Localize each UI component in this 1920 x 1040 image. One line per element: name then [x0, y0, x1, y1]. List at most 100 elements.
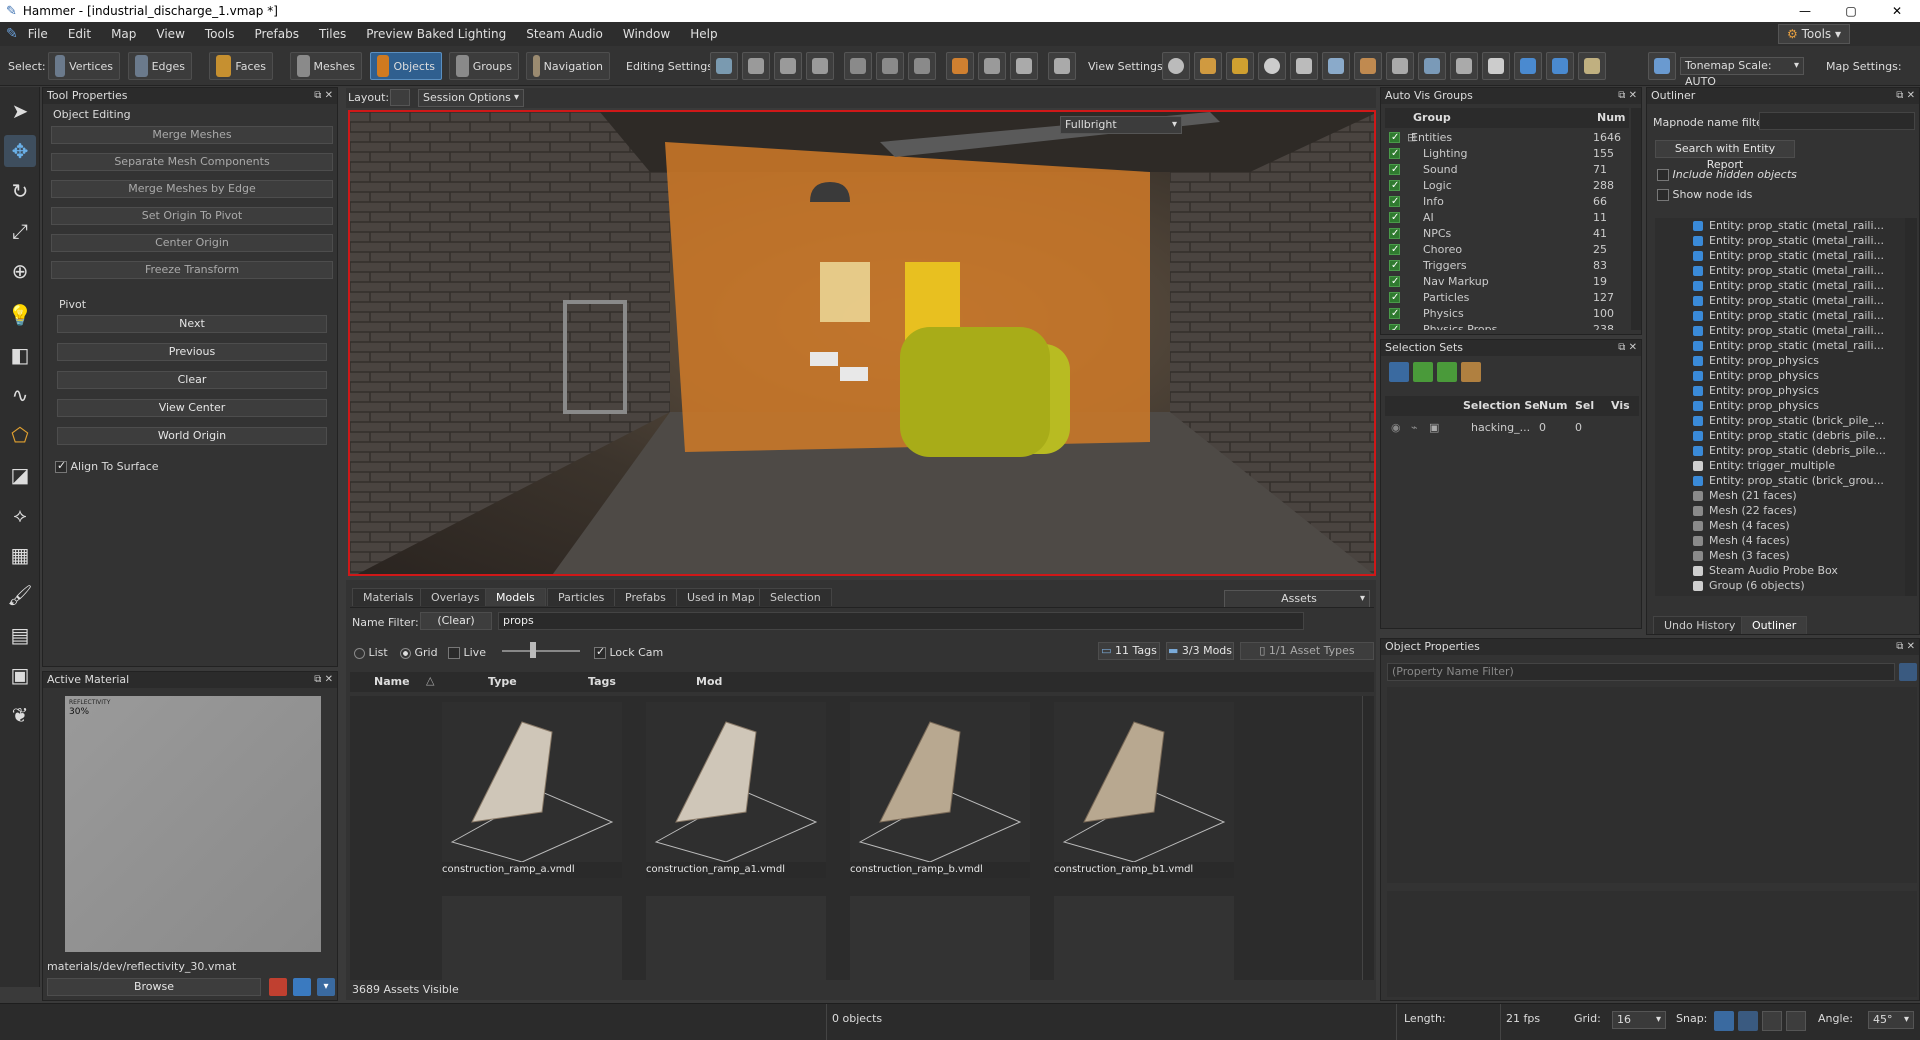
stack-tool-button[interactable]: ▣	[4, 659, 36, 691]
vis-group-checkbox[interactable]	[1389, 210, 1400, 226]
block-tool-button[interactable]: ◧	[4, 339, 36, 371]
asset-tile[interactable]	[1054, 896, 1234, 980]
snap-grid-icon[interactable]	[1738, 1011, 1758, 1031]
outliner-item[interactable]: Entity: prop_static (metal_raili...	[1655, 293, 1905, 308]
tab-materials[interactable]: Materials	[352, 588, 425, 606]
menu-view[interactable]: View	[146, 27, 194, 41]
outliner-item[interactable]: Entity: prop_static (metal_raili...	[1655, 323, 1905, 338]
col-name[interactable]: Name	[374, 675, 410, 688]
pivot-tool-button[interactable]: ⊕	[4, 255, 36, 287]
outliner-item[interactable]: Entity: prop_static (metal_raili...	[1655, 278, 1905, 293]
outliner-scrollbar[interactable]	[1905, 218, 1917, 596]
select-navigation-button[interactable]: Navigation	[526, 52, 610, 80]
outliner-item[interactable]: Mesh (21 faces)	[1655, 488, 1905, 503]
panel-controls-icon[interactable]: ⧉ ✕	[314, 88, 333, 104]
menu-help[interactable]: Help	[680, 27, 727, 41]
view-audio-button[interactable]	[1322, 52, 1350, 80]
tonemap-icon-button[interactable]	[1648, 52, 1676, 80]
select-objects-button[interactable]: Objects	[370, 52, 442, 80]
close-button[interactable]: ✕	[1874, 0, 1920, 22]
view-lighting-button[interactable]	[1162, 52, 1190, 80]
scale-tool-button[interactable]: ⤢	[4, 215, 36, 247]
vis-group-checkbox[interactable]	[1389, 306, 1400, 322]
align-to-surface-option[interactable]: Align To Surface	[55, 459, 159, 473]
view-geometry-button[interactable]	[1386, 52, 1414, 80]
outliner-item[interactable]: Entity: prop_static (debris_pile...	[1655, 428, 1905, 443]
outliner-item[interactable]: Mesh (4 faces)	[1655, 533, 1905, 548]
minimize-button[interactable]: —	[1782, 0, 1828, 22]
show-node-ids-option[interactable]: Show node ids	[1657, 188, 1752, 201]
tags-button[interactable]: ▭ 11 Tags	[1098, 642, 1160, 660]
freeze-transform-button[interactable]: Freeze Transform	[51, 261, 333, 279]
select-through-button[interactable]	[844, 52, 872, 80]
view-grid-button[interactable]	[1418, 52, 1446, 80]
include-hidden-option[interactable]: Include hidden objects	[1657, 168, 1797, 181]
outliner-item[interactable]: Entity: prop_static (brick_pile_...	[1655, 413, 1905, 428]
remove-from-set-icon[interactable]	[1437, 362, 1457, 382]
outliner-item[interactable]: Entity: prop_static (metal_raili...	[1655, 218, 1905, 233]
new-set-icon[interactable]	[1389, 362, 1409, 382]
eye-icon[interactable]: ◉	[1391, 421, 1401, 434]
vis-group-checkbox[interactable]	[1389, 146, 1400, 162]
live-option[interactable]: Live	[448, 646, 486, 659]
slider-handle[interactable]	[530, 642, 536, 658]
vis-group-row[interactable]: Logic 288	[1385, 178, 1629, 194]
vis-group-row[interactable]: Particles 127	[1385, 290, 1629, 306]
link-icon[interactable]: ⌁	[1411, 421, 1418, 434]
view-skybox-button[interactable]	[1578, 52, 1606, 80]
foliage-tool-button[interactable]: ❦	[4, 699, 36, 731]
outliner-item[interactable]: Entity: prop_physics	[1655, 383, 1905, 398]
mapnode-filter-input[interactable]	[1759, 112, 1915, 130]
apply-material-icon[interactable]	[293, 978, 311, 996]
lamp-toggle-button[interactable]	[1010, 52, 1038, 80]
view-nav-button[interactable]	[1482, 52, 1510, 80]
lock-cam-option[interactable]: Lock Cam	[594, 645, 663, 659]
name-filter-input[interactable]: props	[498, 612, 1304, 630]
vis-group-checkbox[interactable]	[1389, 258, 1400, 274]
maximize-button[interactable]: ▢	[1828, 0, 1874, 22]
include-hidden-checkbox[interactable]	[1657, 169, 1669, 181]
tools-dropdown[interactable]: ⚙ Tools ▾	[1778, 24, 1850, 44]
outliner-item[interactable]: Entity: prop_static (metal_raili...	[1655, 248, 1905, 263]
menu-window[interactable]: Window	[613, 27, 680, 41]
select-meshes-button[interactable]: Meshes	[290, 52, 362, 80]
menu-prefabs[interactable]: Prefabs	[244, 27, 309, 41]
render-mode-dropdown[interactable]: Fullbright	[1060, 116, 1182, 134]
view-lights-button[interactable]	[1258, 52, 1286, 80]
clip-tool-button[interactable]: ◪	[4, 459, 36, 491]
vis-group-checkbox[interactable]	[1389, 178, 1400, 194]
tab-outliner[interactable]: Outliner	[1741, 616, 1808, 634]
vis-group-checkbox[interactable]	[1389, 162, 1400, 178]
snap-surface-icon[interactable]	[1786, 1011, 1806, 1031]
view-props-button[interactable]	[1226, 52, 1254, 80]
vis-group-row[interactable]: Physics Props 238	[1385, 322, 1629, 330]
vis-group-row[interactable]: Nav Markup 19	[1385, 274, 1629, 290]
menu-edit[interactable]: Edit	[58, 27, 101, 41]
snap-vertex-icon[interactable]	[1762, 1011, 1782, 1031]
clear-filter-button[interactable]: (Clear)	[420, 612, 492, 630]
select-vertices-button[interactable]: Vertices	[48, 52, 120, 80]
tab-used-in-map[interactable]: Used in Map	[676, 588, 766, 606]
settings-gear-icon[interactable]	[1899, 663, 1917, 681]
path-tool-button[interactable]: ∿	[4, 379, 36, 411]
outliner-item[interactable]: Entity: prop_static (debris_pile...	[1655, 443, 1905, 458]
grid-view-option[interactable]: Grid	[400, 646, 438, 659]
pivot-next-button[interactable]: Next	[57, 315, 327, 333]
outliner-item[interactable]: Entity: prop_physics	[1655, 353, 1905, 368]
light-tool-button[interactable]: 💡	[4, 299, 36, 331]
live-checkbox[interactable]	[448, 647, 460, 659]
vis-group-checkbox[interactable]	[1389, 226, 1400, 242]
tab-particles[interactable]: Particles	[547, 588, 616, 606]
tile-tool-button[interactable]: ▤	[4, 619, 36, 651]
vis-group-checkbox[interactable]	[1389, 130, 1400, 146]
col-tags[interactable]: Tags	[588, 675, 616, 688]
vis-group-checkbox[interactable]	[1389, 322, 1400, 330]
view-entities-button[interactable]	[1194, 52, 1222, 80]
asset-tile[interactable]	[850, 896, 1030, 980]
paint-tool-button[interactable]: 🖌	[4, 579, 36, 611]
outliner-item[interactable]: Group (6 objects)	[1655, 578, 1905, 593]
outliner-item[interactable]: Mesh (3 faces)	[1655, 548, 1905, 563]
col-mod[interactable]: Mod	[696, 675, 722, 688]
vertex-tool-button[interactable]: ⟡	[4, 499, 36, 531]
outliner-item[interactable]: Entity: prop_physics	[1655, 368, 1905, 383]
